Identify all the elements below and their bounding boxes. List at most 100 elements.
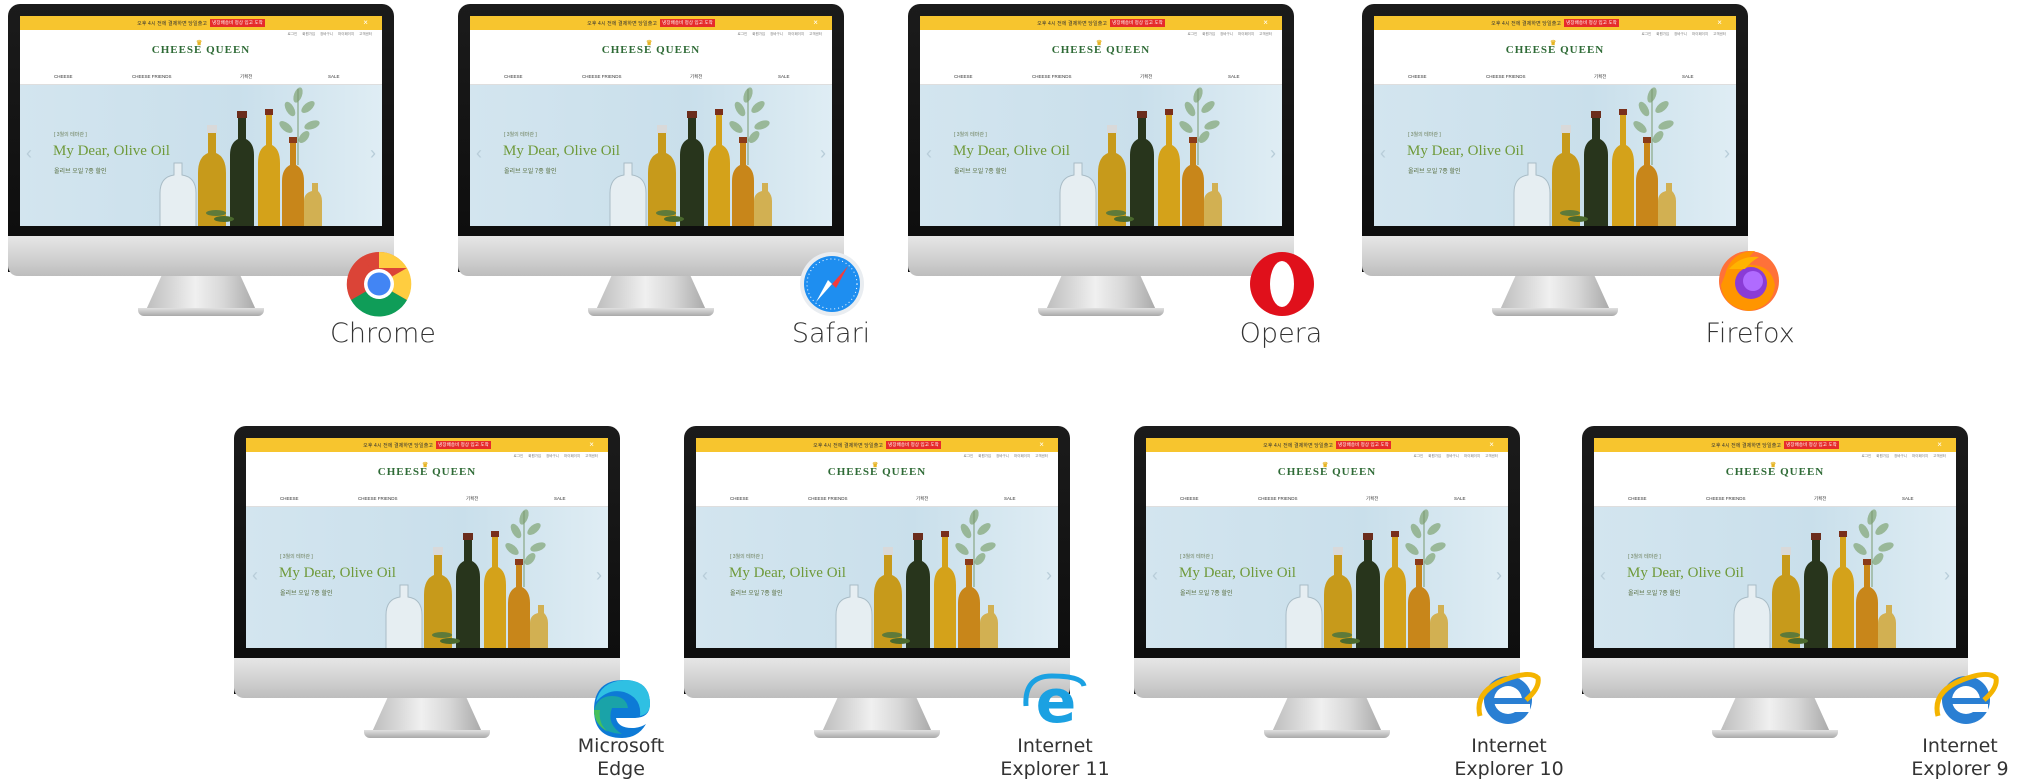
util-link-join[interactable]: 회원가입 — [1656, 32, 1669, 37]
prev-arrow-icon[interactable]: ‹ — [1600, 565, 1606, 586]
util-link-service[interactable]: 고객센터 — [1035, 454, 1048, 459]
util-link-mypage[interactable]: 마이페이지 — [1912, 454, 1928, 459]
next-arrow-icon[interactable]: › — [370, 143, 376, 164]
util-link-login[interactable]: 로그인 — [514, 454, 524, 459]
util-link-join[interactable]: 회원가입 — [1202, 32, 1215, 37]
site-logo[interactable]: ♛ CHEESE QUEEN — [1594, 461, 1956, 478]
nav-item-sale[interactable]: SALE — [1004, 496, 1016, 501]
nav-item-special[interactable]: 기획전 — [1594, 74, 1606, 80]
util-link-service[interactable]: 고객센터 — [1713, 32, 1726, 37]
util-link-join[interactable]: 회원가입 — [302, 32, 315, 37]
next-arrow-icon[interactable]: › — [1046, 565, 1052, 586]
close-icon[interactable]: × — [813, 17, 818, 29]
close-icon[interactable]: × — [1263, 17, 1268, 29]
nav-item-special[interactable]: 기획전 — [916, 496, 928, 502]
nav-item-cheese-friends[interactable]: CHEESE FRIENDS — [1258, 496, 1298, 501]
prev-arrow-icon[interactable]: ‹ — [926, 143, 932, 164]
util-link-join[interactable]: 회원가입 — [752, 32, 765, 37]
nav-item-cheese[interactable]: CHEESE — [730, 496, 749, 501]
prev-arrow-icon[interactable]: ‹ — [1380, 143, 1386, 164]
nav-item-sale[interactable]: SALE — [1682, 74, 1694, 79]
util-link-join[interactable]: 회원가입 — [528, 454, 541, 459]
site-logo[interactable]: ♛ CHEESE QUEEN — [696, 461, 1058, 478]
close-icon[interactable]: × — [589, 439, 594, 451]
site-logo[interactable]: ♛ CHEESE QUEEN — [1146, 461, 1508, 478]
nav-item-special[interactable]: 기획전 — [240, 74, 252, 80]
util-link-service[interactable]: 고객센터 — [1259, 32, 1272, 37]
nav-item-cheese[interactable]: CHEESE — [1408, 74, 1427, 79]
util-link-join[interactable]: 회원가입 — [1876, 454, 1889, 459]
util-link-service[interactable]: 고객센터 — [809, 32, 822, 37]
util-link-login[interactable]: 로그인 — [1862, 454, 1872, 459]
util-link-mypage[interactable]: 마이페이지 — [1014, 454, 1030, 459]
prev-arrow-icon[interactable]: ‹ — [252, 565, 258, 586]
prev-arrow-icon[interactable]: ‹ — [26, 143, 32, 164]
util-link-cart[interactable]: 장바구니 — [320, 32, 333, 37]
util-link-login[interactable]: 로그인 — [1642, 32, 1652, 37]
hero-banner[interactable]: ‹ › [ 3월의 테마관 ] My Dear, Olive Oil 올리브 오… — [920, 85, 1282, 226]
site-logo[interactable]: ♛ CHEESE QUEEN — [246, 461, 608, 478]
util-link-service[interactable]: 고객센터 — [359, 32, 372, 37]
util-link-cart[interactable]: 장바구니 — [546, 454, 559, 459]
nav-item-cheese-friends[interactable]: CHEESE FRIENDS — [1032, 74, 1072, 79]
util-link-mypage[interactable]: 마이페이지 — [564, 454, 580, 459]
util-link-cart[interactable]: 장바구니 — [1894, 454, 1907, 459]
prev-arrow-icon[interactable]: ‹ — [702, 565, 708, 586]
site-logo[interactable]: ♛ CHEESE QUEEN — [20, 39, 382, 56]
nav-item-cheese-friends[interactable]: CHEESE FRIENDS — [582, 74, 622, 79]
util-link-join[interactable]: 회원가입 — [1428, 454, 1441, 459]
next-arrow-icon[interactable]: › — [596, 565, 602, 586]
nav-item-sale[interactable]: SALE — [328, 74, 340, 79]
nav-item-cheese-friends[interactable]: CHEESE FRIENDS — [358, 496, 398, 501]
util-link-login[interactable]: 로그인 — [964, 454, 974, 459]
nav-item-cheese[interactable]: CHEESE — [504, 74, 523, 79]
next-arrow-icon[interactable]: › — [1944, 565, 1950, 586]
close-icon[interactable]: × — [1039, 439, 1044, 451]
nav-item-special[interactable]: 기획전 — [1140, 74, 1152, 80]
next-arrow-icon[interactable]: › — [1724, 143, 1730, 164]
close-icon[interactable]: × — [1489, 439, 1494, 451]
util-link-mypage[interactable]: 마이페이지 — [1692, 32, 1708, 37]
util-link-cart[interactable]: 장바구니 — [1674, 32, 1687, 37]
util-link-service[interactable]: 고객센터 — [585, 454, 598, 459]
util-link-cart[interactable]: 장바구니 — [1220, 32, 1233, 37]
hero-banner[interactable]: ‹ › [ 3월의 테마관 ] My Dear, Olive Oil 올리브 오… — [1146, 507, 1508, 648]
util-link-mypage[interactable]: 마이페이지 — [788, 32, 804, 37]
hero-banner[interactable]: ‹ › [ 3월의 테마관 ] My Dear, Olive Oil 올리브 오… — [1594, 507, 1956, 648]
nav-item-cheese[interactable]: CHEESE — [954, 74, 973, 79]
nav-item-cheese-friends[interactable]: CHEESE FRIENDS — [1486, 74, 1526, 79]
nav-item-cheese-friends[interactable]: CHEESE FRIENDS — [132, 74, 172, 79]
hero-banner[interactable]: ‹ › [ 3월의 테마관 ] My Dear, Olive Oil 올리브 오… — [1374, 85, 1736, 226]
util-link-cart[interactable]: 장바구니 — [770, 32, 783, 37]
hero-banner[interactable]: ‹ › [ 3월의 테마관 ] My Dear, Olive Oil 올리브 오… — [696, 507, 1058, 648]
site-logo[interactable]: ♛ CHEESE QUEEN — [470, 39, 832, 56]
prev-arrow-icon[interactable]: ‹ — [1152, 565, 1158, 586]
next-arrow-icon[interactable]: › — [1496, 565, 1502, 586]
site-logo[interactable]: ♛ CHEESE QUEEN — [1374, 39, 1736, 56]
util-link-cart[interactable]: 장바구니 — [996, 454, 1009, 459]
next-arrow-icon[interactable]: › — [1270, 143, 1276, 164]
nav-item-sale[interactable]: SALE — [1902, 496, 1914, 501]
close-icon[interactable]: × — [1937, 439, 1942, 451]
prev-arrow-icon[interactable]: ‹ — [476, 143, 482, 164]
util-link-service[interactable]: 고객센터 — [1485, 454, 1498, 459]
util-link-login[interactable]: 로그인 — [738, 32, 748, 37]
close-icon[interactable]: × — [1717, 17, 1722, 29]
next-arrow-icon[interactable]: › — [820, 143, 826, 164]
util-link-mypage[interactable]: 마이페이지 — [1464, 454, 1480, 459]
hero-banner[interactable]: ‹ › [ 3월의 테마관 ] My Dear, Olive Oil 올리브 오… — [470, 85, 832, 226]
hero-banner[interactable]: ‹ › [ 3월의 테마관 ] My Dear, Olive Oil 올리브 오… — [20, 85, 382, 226]
nav-item-special[interactable]: 기획전 — [1814, 496, 1826, 502]
nav-item-cheese[interactable]: CHEESE — [1180, 496, 1199, 501]
nav-item-sale[interactable]: SALE — [1454, 496, 1466, 501]
nav-item-cheese-friends[interactable]: CHEESE FRIENDS — [808, 496, 848, 501]
site-logo[interactable]: ♛ CHEESE QUEEN — [920, 39, 1282, 56]
util-link-login[interactable]: 로그인 — [288, 32, 298, 37]
hero-banner[interactable]: ‹ › [ 3월의 테마관 ] My Dear, Olive Oil 올리브 오… — [246, 507, 608, 648]
nav-item-cheese[interactable]: CHEESE — [54, 74, 73, 79]
nav-item-special[interactable]: 기획전 — [1366, 496, 1378, 502]
util-link-login[interactable]: 로그인 — [1188, 32, 1198, 37]
util-link-mypage[interactable]: 마이페이지 — [338, 32, 354, 37]
nav-item-sale[interactable]: SALE — [554, 496, 566, 501]
nav-item-cheese-friends[interactable]: CHEESE FRIENDS — [1706, 496, 1746, 501]
